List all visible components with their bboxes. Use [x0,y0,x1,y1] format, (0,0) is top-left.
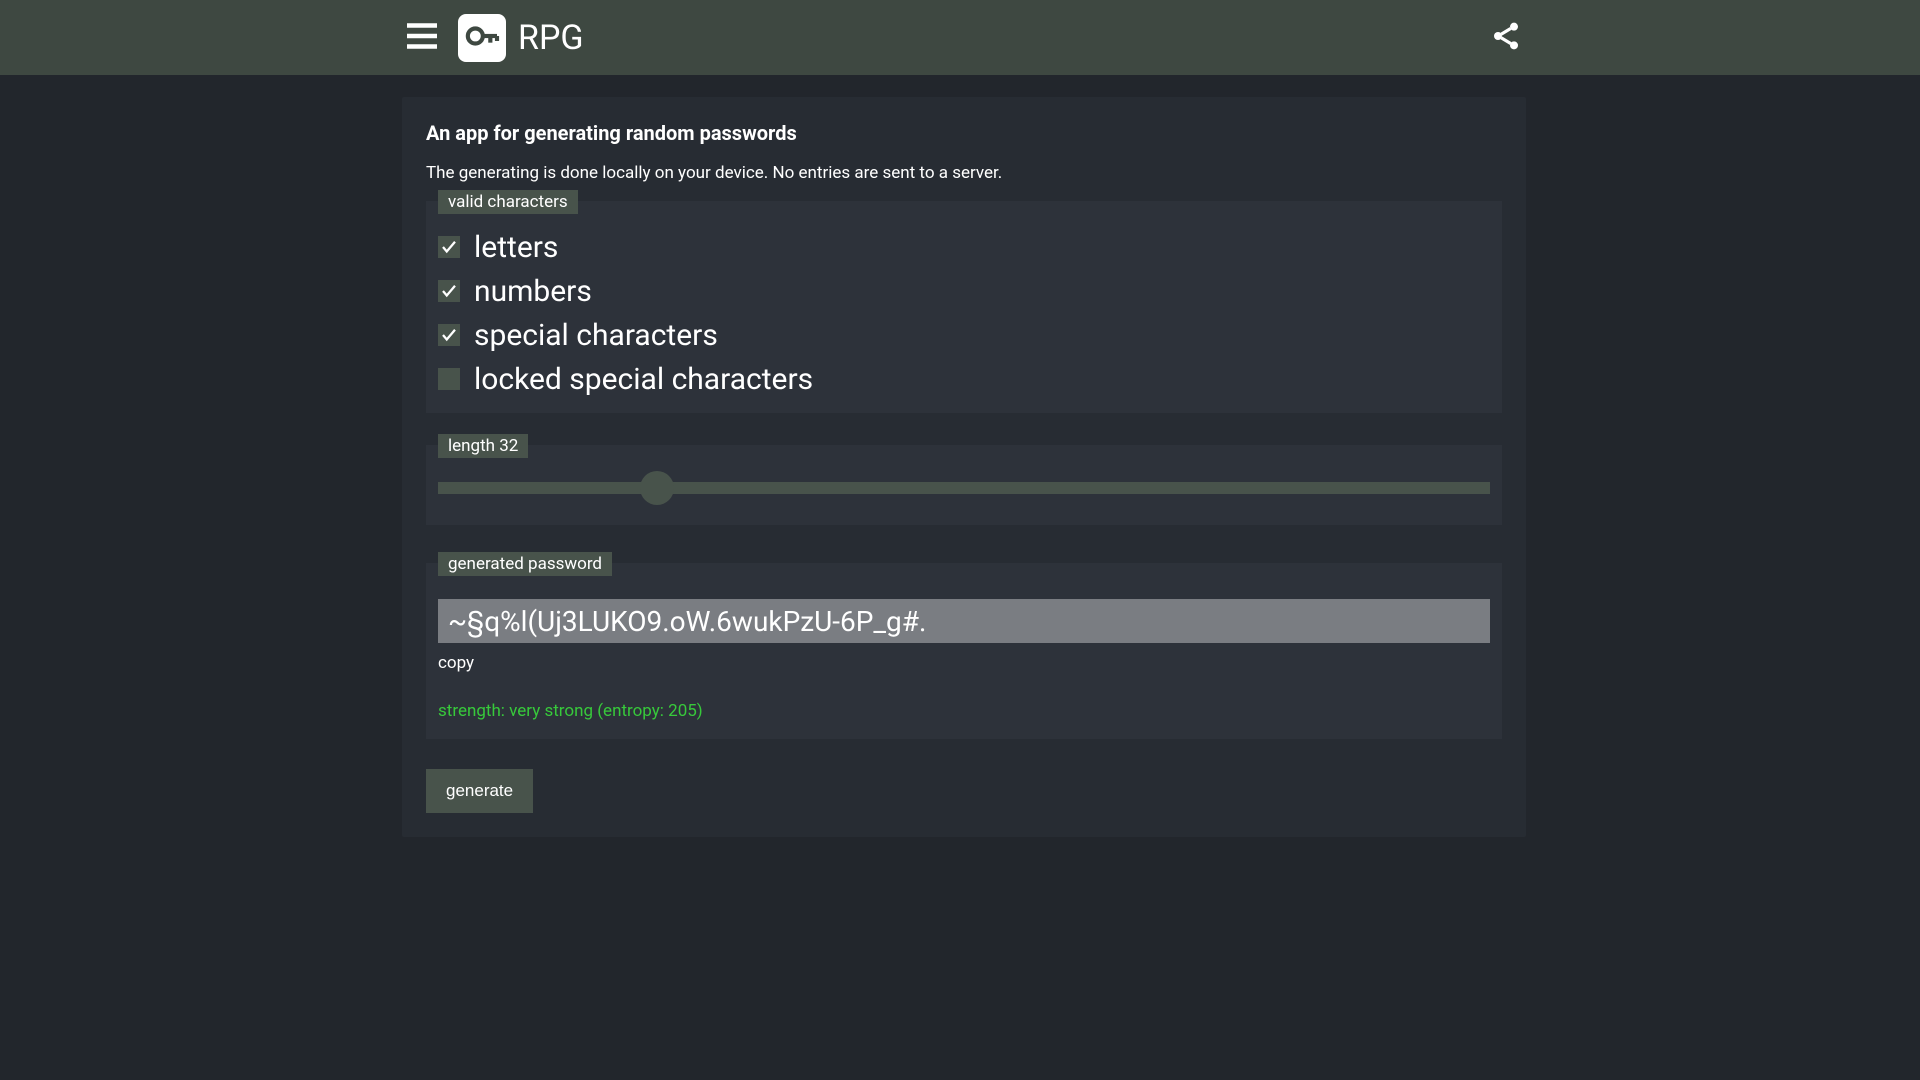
generated-password-tag: generated password [438,552,612,576]
app-bar-inner: RPG [402,0,1526,75]
app-bar: RPG [0,0,1920,75]
checkbox-row-numbers[interactable]: numbers [438,269,1490,313]
generate-button[interactable]: generate [426,769,533,813]
checkbox[interactable] [438,324,460,346]
length-slider[interactable] [438,473,1490,503]
app-logo [458,14,506,62]
checkbox-label: locked special characters [474,362,813,397]
slider-track [438,482,1490,494]
checkbox-label: special characters [474,318,718,353]
app-title: RPG [518,18,584,58]
checkbox-row-letters[interactable]: letters [438,225,1490,269]
page-content: An app for generating random passwords T… [402,75,1526,837]
card-description: The generating is done locally on your d… [426,163,1502,183]
checkbox[interactable] [438,280,460,302]
checkbox[interactable] [438,236,460,258]
key-icon [462,16,502,60]
menu-button[interactable] [402,18,442,58]
generated-password-panel: generated password ~§q%l(Uj3LUKO9.oW.6wu… [426,563,1502,739]
share-icon [1490,20,1522,56]
checkbox-row-special-characters[interactable]: special characters [438,313,1490,357]
slider-thumb[interactable] [640,471,674,505]
length-tag: length 32 [438,434,528,458]
checkbox-label: numbers [474,274,592,309]
copy-button[interactable]: copy [438,653,474,673]
main-card: An app for generating random passwords T… [402,97,1526,837]
checkbox[interactable] [438,368,460,390]
share-button[interactable] [1486,18,1526,58]
password-output[interactable]: ~§q%l(Uj3LUKO9.oW.6wukPzU-6P_g#. [438,599,1490,643]
card-title: An app for generating random passwords [426,121,1502,145]
valid-characters-panel: valid characters lettersnumbersspecial c… [426,201,1502,413]
length-panel: length 32 [426,445,1502,525]
valid-characters-tag: valid characters [438,190,578,214]
checkbox-label: letters [474,230,558,265]
valid-characters-list: letters numbers special characters locked s… [438,223,1490,401]
checkbox-row-locked-special-characters[interactable]: locked special characters [438,357,1490,401]
hamburger-icon [404,18,440,58]
strength-indicator: strength: very strong (entropy: 205) [438,701,1490,721]
